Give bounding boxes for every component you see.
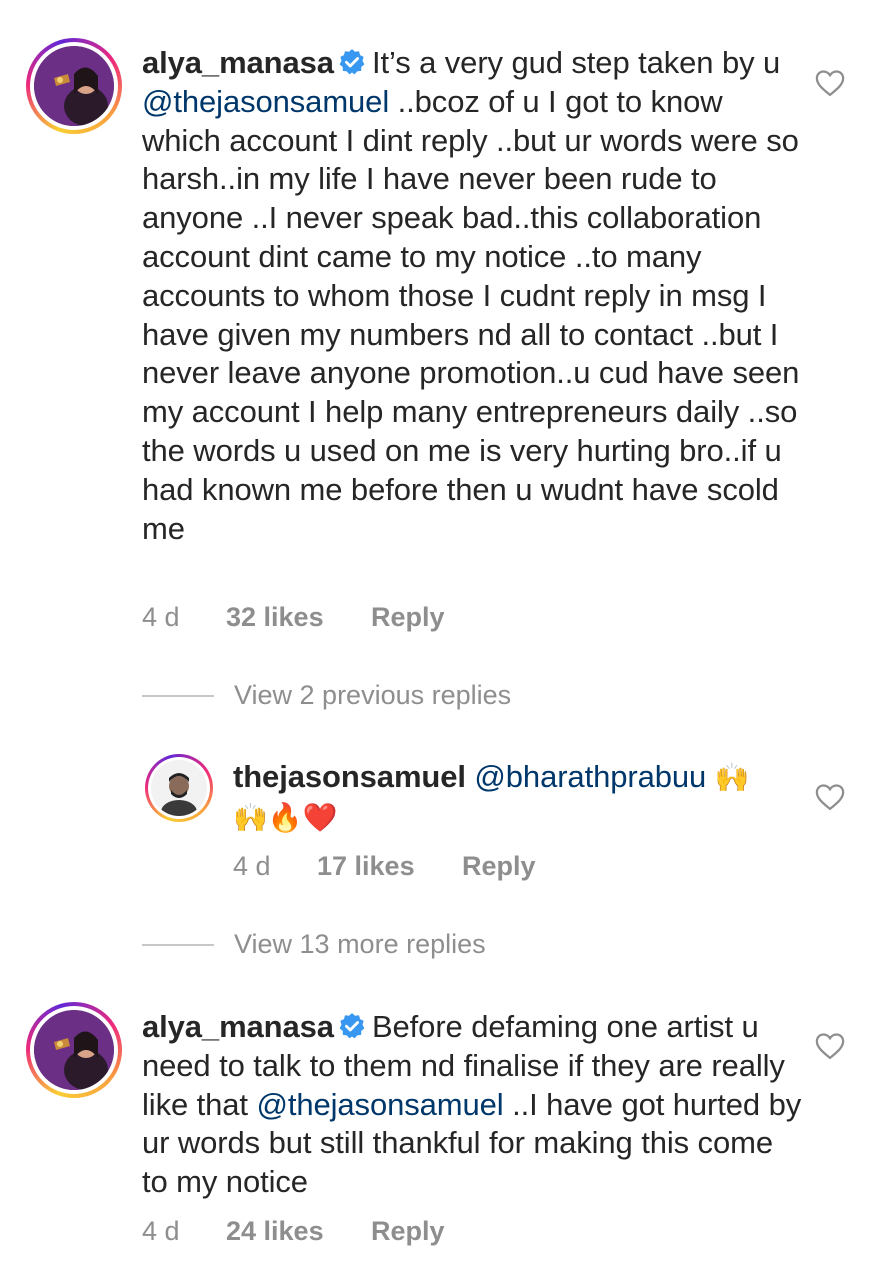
reply-button[interactable]: Reply bbox=[371, 1216, 445, 1247]
avatar[interactable] bbox=[145, 754, 213, 822]
avatar-image-icon bbox=[34, 46, 114, 126]
avatar[interactable] bbox=[26, 38, 122, 134]
comment-time: 4 d bbox=[142, 1216, 180, 1246]
likes-count[interactable]: 32 likes bbox=[226, 602, 371, 633]
reply-username[interactable]: thejasonsamuel bbox=[233, 759, 466, 794]
view-previous-replies-button[interactable]: View 2 previous replies bbox=[142, 680, 511, 711]
view-more-replies-button[interactable]: View 13 more replies bbox=[142, 929, 486, 960]
likes-count[interactable]: 24 likes bbox=[226, 1216, 371, 1247]
raising-hands-emoji-icon: 🙌 bbox=[714, 761, 750, 794]
comment-meta: 4 d 32 likes Reply bbox=[142, 602, 445, 633]
heart-icon[interactable] bbox=[815, 783, 845, 811]
likes-count[interactable]: 17 likes bbox=[317, 851, 462, 882]
comment-time: 4 d bbox=[142, 602, 180, 632]
divider-line bbox=[142, 943, 214, 946]
comment-username[interactable]: alya_manasa bbox=[142, 45, 334, 80]
view-more-replies-label: View 13 more replies bbox=[234, 929, 486, 959]
verified-badge-icon bbox=[339, 49, 365, 75]
heart-icon[interactable] bbox=[815, 1032, 845, 1060]
comment-meta: 4 d 24 likes Reply bbox=[142, 1216, 445, 1247]
comment-text: alya_manasa It’s a very gud step taken b… bbox=[142, 44, 802, 548]
avatar-image-icon bbox=[151, 760, 207, 816]
avatar[interactable] bbox=[26, 1002, 122, 1098]
reply-meta: 4 d 17 likes Reply bbox=[233, 851, 536, 882]
verified-badge-icon bbox=[339, 1013, 365, 1039]
reply-time: 4 d bbox=[233, 851, 271, 881]
reply-button[interactable]: Reply bbox=[371, 602, 445, 633]
mention-link[interactable]: @thejasonsamuel bbox=[256, 1087, 503, 1122]
comment-text-part: ..bcoz of u I got to know which account … bbox=[142, 83, 800, 546]
comment-username[interactable]: alya_manasa bbox=[142, 1009, 334, 1044]
comment-text: alya_manasa Before defaming one artist u… bbox=[142, 1008, 802, 1202]
divider-line bbox=[142, 694, 214, 697]
avatar-image-icon bbox=[34, 1010, 114, 1090]
comment-text-part: It’s a very gud step taken by u bbox=[371, 45, 781, 80]
reply-button[interactable]: Reply bbox=[462, 851, 536, 882]
view-previous-replies-label: View 2 previous replies bbox=[234, 680, 512, 710]
comments-screen: alya_manasa It’s a very gud step taken b… bbox=[0, 0, 890, 1280]
emoji-row-icon: 🙌🔥❤️ bbox=[233, 800, 338, 834]
heart-icon[interactable] bbox=[815, 69, 845, 97]
reply-text: thejasonsamuel @bharathprabuu 🙌 🙌🔥❤️ bbox=[233, 758, 793, 838]
mention-link[interactable]: @bharathprabuu bbox=[474, 759, 706, 794]
mention-link[interactable]: @thejasonsamuel bbox=[142, 84, 389, 119]
